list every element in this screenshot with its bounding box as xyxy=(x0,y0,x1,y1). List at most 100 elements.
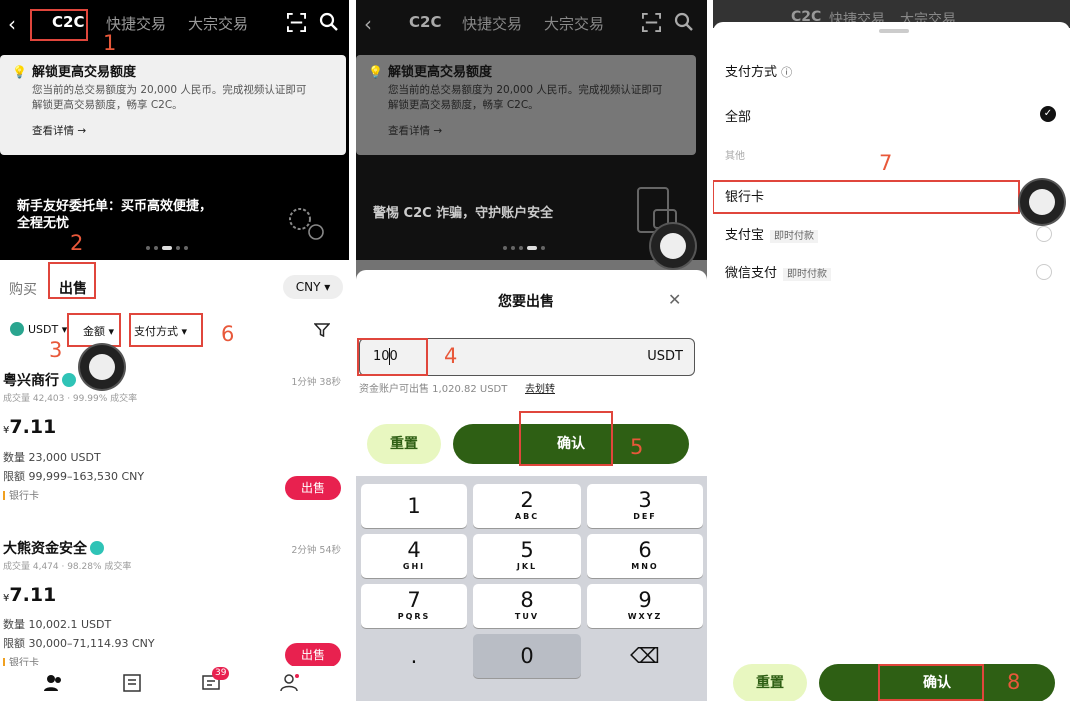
trade-row: 大熊资金安全 2分钟 54秒 成交量 4,474 · 98.28% 成交率 ¥7… xyxy=(0,533,349,673)
verified-badge-icon xyxy=(90,541,104,555)
tab-c2c[interactable]: C2C xyxy=(409,13,441,31)
notice-desc-2: 解锁更高交易额度，畅享 C2C。 xyxy=(32,99,183,111)
sell-button[interactable]: 出售 xyxy=(285,643,341,667)
touch-indicator xyxy=(651,224,695,268)
keypad-key[interactable]: 0 xyxy=(473,634,581,678)
key-letters: MNO xyxy=(631,562,659,571)
touch-indicator xyxy=(1020,180,1064,224)
nav-people-icon[interactable] xyxy=(43,674,63,692)
search-icon[interactable] xyxy=(674,12,694,32)
key-digit: 0 xyxy=(520,644,534,668)
radio-alipay[interactable] xyxy=(1036,226,1052,242)
carousel-dots xyxy=(146,246,192,250)
key-digit: ⌫ xyxy=(630,644,660,668)
search-icon[interactable] xyxy=(319,12,339,32)
amount-value: 100 xyxy=(373,349,398,364)
reset-button[interactable]: 重置 xyxy=(733,664,807,701)
keypad-key[interactable]: 5 JKL xyxy=(473,534,581,578)
key-digit: 7 xyxy=(407,588,421,612)
confirm-button[interactable]: 确认 xyxy=(453,424,689,464)
top-header: ‹ C2C 快捷交易 大宗交易 xyxy=(0,0,349,48)
notice-details-link[interactable]: 查看详情 → xyxy=(32,123,334,138)
sheet-title: 支付方式 ⓘ xyxy=(725,65,793,80)
back-icon[interactable]: ‹ xyxy=(364,12,372,36)
notice-title: 解锁更高交易额度 xyxy=(32,65,137,80)
radio-wechat[interactable] xyxy=(1036,264,1052,280)
carousel-dots xyxy=(503,246,549,250)
keypad-key[interactable]: ⌫ xyxy=(587,634,703,678)
tab-bulk-trade[interactable]: 大宗交易 xyxy=(544,13,604,34)
info-icon[interactable]: ⓘ xyxy=(781,66,792,79)
payment-filter[interactable]: 支付方式 ▾ xyxy=(134,323,187,339)
scan-icon[interactable] xyxy=(287,13,306,32)
step-number: 1 xyxy=(103,31,117,55)
merchant-name[interactable]: 粤兴商行 xyxy=(3,370,76,390)
keypad-key[interactable]: . xyxy=(361,634,467,678)
option-alipay[interactable]: 支付宝 即时付款 xyxy=(725,224,819,243)
close-icon[interactable]: ✕ xyxy=(668,290,681,309)
amount-filter[interactable]: 金额 ▾ xyxy=(83,323,114,339)
merchant-name[interactable]: 大熊资金安全 xyxy=(3,538,104,558)
currency-selector[interactable]: CNY ▾ xyxy=(283,275,343,299)
numeric-keypad: 1 2 ABC 3 DEF 4 GHI 5 JKL 6 MNO 7 PQRS 8 TUV 9 WXYZ. 0 ⌫ xyxy=(356,476,707,701)
keypad-key[interactable]: 2 ABC xyxy=(473,484,581,528)
tab-sell[interactable]: 出售 xyxy=(59,278,87,298)
keypad-key[interactable]: 7 PQRS xyxy=(361,584,467,628)
notice-desc-1: 您当前的总交易额度为 20,000 人民币。完成视频认证即可 xyxy=(32,84,307,96)
option-wechat[interactable]: 微信支付 即时付款 xyxy=(725,262,832,281)
keypad-key[interactable]: 3 DEF xyxy=(587,484,703,528)
transfer-link[interactable]: 去划转 xyxy=(525,380,555,395)
pay-time: 2分钟 54秒 xyxy=(291,545,341,556)
reset-button[interactable]: 重置 xyxy=(367,424,441,464)
scan-icon[interactable] xyxy=(642,13,661,32)
tab-quick-trade[interactable]: 快捷交易 xyxy=(462,13,522,34)
option-bank-card[interactable]: 银行卡 xyxy=(725,186,764,205)
filter-icon[interactable] xyxy=(314,323,330,337)
tab-c2c[interactable]: C2C xyxy=(52,13,84,31)
keypad-key[interactable]: 1 xyxy=(361,484,467,528)
text-cursor xyxy=(389,348,390,365)
sheet-title: 您要出售 xyxy=(498,294,554,310)
message-count-badge: 39 xyxy=(212,667,230,680)
top-header: ‹ C2C 快捷交易 大宗交易 xyxy=(356,0,707,48)
keypad-key[interactable]: 9 WXYZ xyxy=(587,584,703,628)
drag-handle[interactable] xyxy=(879,29,909,33)
key-digit: 4 xyxy=(407,538,421,562)
nav-profile-icon[interactable] xyxy=(279,674,299,692)
trade-row: 粤兴商行 1分钟 38秒 成交量 42,403 · 99.99% 成交率 ¥7.… xyxy=(0,365,349,515)
coin-filter[interactable]: USDT ▾ xyxy=(28,323,67,336)
promo-line-2: 全程无忧 xyxy=(17,216,70,231)
tab-bulk-trade[interactable]: 大宗交易 xyxy=(188,13,248,34)
amount-input[interactable]: 100 USDT xyxy=(359,338,695,376)
quantity: 数量 10,002.1 USDT xyxy=(3,618,112,631)
keypad-key[interactable]: 8 TUV xyxy=(473,584,581,628)
check-icon: ✓ xyxy=(1040,106,1056,122)
merchant-stats: 成交量 42,403 · 99.99% 成交率 xyxy=(3,394,138,404)
nav-orders-icon[interactable] xyxy=(122,674,142,692)
available-balance: 资金账户可出售 1,020.82 USDT xyxy=(359,384,508,395)
bulb-icon: 💡 xyxy=(12,65,27,79)
sell-button[interactable]: 出售 xyxy=(285,476,341,500)
key-letters: TUV xyxy=(514,612,540,621)
merchant-stats: 成交量 4,474 · 98.28% 成交率 xyxy=(3,562,132,572)
payment-method: 银行卡 xyxy=(3,487,39,502)
promo-text[interactable]: 警惕 C2C 诈骗，守护账户安全 xyxy=(373,205,553,222)
notice-details-link[interactable]: 查看详情 → xyxy=(388,123,684,138)
keypad-key[interactable]: 6 MNO xyxy=(587,534,703,578)
promo-text[interactable]: 新手友好委托单：买币高效便捷， 全程无忧 xyxy=(17,198,212,232)
key-letters: DEF xyxy=(633,512,657,521)
key-letters: JKL xyxy=(516,562,538,571)
tab-buy[interactable]: 购买 xyxy=(9,279,37,299)
c2c-market-screen: ‹ C2C 快捷交易 大宗交易 💡 解锁更高交易额度 您当前的总交易额度为 20… xyxy=(0,0,349,701)
step-number: 2 xyxy=(70,231,84,255)
option-all[interactable]: 全部 xyxy=(725,106,751,125)
key-letters: WXYZ xyxy=(627,612,663,621)
step-number: 3 xyxy=(49,338,63,362)
keypad-key[interactable]: 4 GHI xyxy=(361,534,467,578)
key-digit: 2 xyxy=(520,488,534,512)
key-digit: 1 xyxy=(407,494,421,518)
limit-notice-card: 💡 解锁更高交易额度 您当前的总交易额度为 20,000 人民币。完成视频认证即… xyxy=(356,55,696,155)
back-icon[interactable]: ‹ xyxy=(8,12,16,36)
quantity: 数量 23,000 USDT xyxy=(3,451,101,464)
key-digit: 8 xyxy=(520,588,534,612)
